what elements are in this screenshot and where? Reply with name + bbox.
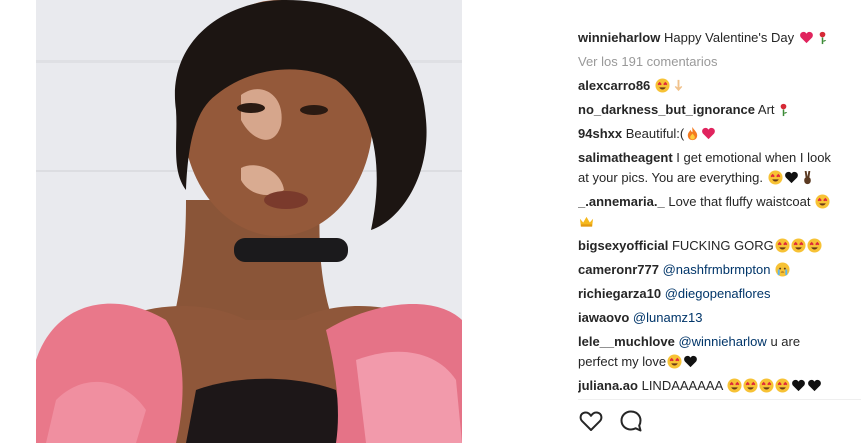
heart-icon <box>799 31 813 44</box>
heart-eyes-icon <box>655 78 670 93</box>
heart-eyes-icon <box>727 378 742 393</box>
portrait-illustration <box>36 0 462 443</box>
black-heart-icon <box>792 379 806 392</box>
comment-item: cameronr777 @nashfrmbrmpton <box>578 260 840 280</box>
post-actions <box>578 406 698 436</box>
comment-item: richiegarza10 @diegopenaflores <box>578 284 840 304</box>
comment-text: Art <box>757 102 775 117</box>
heart-eyes-icon <box>768 170 783 185</box>
comment-item: iawaovo @lunamz13 <box>578 308 840 328</box>
heart-eyes-icon <box>775 238 790 253</box>
comment-text: LINDAAAAAA <box>641 378 723 393</box>
comment-username[interactable]: cameronr777 <box>578 262 659 277</box>
speech-bubble-icon <box>620 410 642 432</box>
comment-item: juliana.ao LINDAAAAAA <box>578 376 840 396</box>
comment-item: lele__muchlove @winnieharlow u are perfe… <box>578 332 840 372</box>
black-heart-icon <box>808 379 822 392</box>
comment-mention[interactable]: @lunamz13 <box>633 310 703 325</box>
comment-text: Love that fluffy waistcoat <box>668 194 811 209</box>
heart-eyes-icon <box>667 354 682 369</box>
comment-item: no_darkness_but_ignorance Art <box>578 100 840 120</box>
comment-username[interactable]: salimatheagent <box>578 150 673 165</box>
black-heart-icon <box>784 171 798 184</box>
rose-icon <box>780 103 787 117</box>
heart-outline-icon <box>579 411 603 431</box>
victory-hand-icon <box>803 170 811 185</box>
post-photo <box>36 0 462 443</box>
comment-username[interactable]: 94shxx <box>578 126 622 141</box>
fire-icon <box>688 126 698 141</box>
hand-pointing-down-icon <box>674 79 683 92</box>
comment-item: bigsexyofficial FUCKING GORG <box>578 236 840 256</box>
comment-username[interactable]: richiegarza10 <box>578 286 661 301</box>
post-caption: winnieharlow Happy Valentine's Day <box>578 28 840 48</box>
divider <box>578 399 861 400</box>
comment-username[interactable]: bigsexyofficial <box>578 238 668 253</box>
heart-icon <box>702 127 716 140</box>
comment-username[interactable]: iawaovo <box>578 310 629 325</box>
heart-eyes-icon <box>791 238 806 253</box>
like-button[interactable] <box>578 408 606 436</box>
comment-username[interactable]: lele__muchlove <box>578 334 675 349</box>
heart-eyes-icon <box>807 238 822 253</box>
crying-face-icon <box>775 262 790 277</box>
comment-username[interactable]: _.annemaria._ <box>578 194 665 209</box>
crown-icon <box>579 216 594 227</box>
caption-username[interactable]: winnieharlow <box>578 30 660 45</box>
heart-eyes-icon <box>815 194 830 209</box>
comment-button[interactable] <box>618 408 646 436</box>
comment-item: alexcarro86 <box>578 76 840 96</box>
caption-text: Happy Valentine's Day <box>663 30 795 45</box>
comment-list: winnieharlow Happy Valentine's Day Ver l… <box>578 28 840 400</box>
comment-mention[interactable]: @diegopenaflores <box>665 286 771 301</box>
comment-mention[interactable]: @nashfrmbrmpton <box>663 262 771 277</box>
comment-username[interactable]: juliana.ao <box>578 378 638 393</box>
comment-username[interactable]: no_darkness_but_ignorance <box>578 102 755 117</box>
comment-text: FUCKING GORG <box>671 238 774 253</box>
comment-username[interactable]: alexcarro86 <box>578 78 650 93</box>
black-heart-icon <box>684 355 698 368</box>
comment-text: Beautiful:( <box>625 126 685 141</box>
view-all-comments-link[interactable]: Ver los 191 comentarios <box>578 52 840 72</box>
heart-eyes-icon <box>775 378 790 393</box>
comment-item: _.annemaria._ Love that fluffy waistcoat <box>578 192 840 232</box>
heart-eyes-icon <box>743 378 758 393</box>
post-side-panel: winnieharlow Happy Valentine's Day Ver l… <box>578 0 861 443</box>
comment-mention[interactable]: @winnieharlow <box>678 334 766 349</box>
comment-item: salimatheagent I get emotional when I lo… <box>578 148 840 188</box>
comment-item: 94shxx Beautiful:( <box>578 124 840 144</box>
rose-icon <box>819 31 826 45</box>
heart-eyes-icon <box>759 378 774 393</box>
